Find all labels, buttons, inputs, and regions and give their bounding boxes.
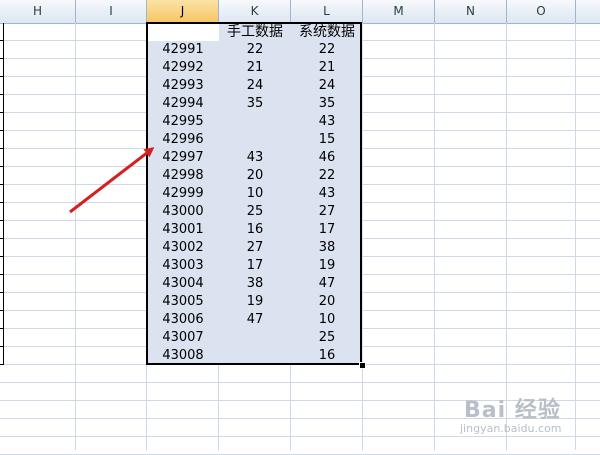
watermark-url: jingyan.baidu.com [460, 422, 562, 435]
baidu-watermark: Bai 经验 jingyan.baidu.com [448, 392, 598, 446]
watermark-brand: Bai 经验 [464, 398, 561, 423]
red-arrow-icon [69, 147, 155, 214]
